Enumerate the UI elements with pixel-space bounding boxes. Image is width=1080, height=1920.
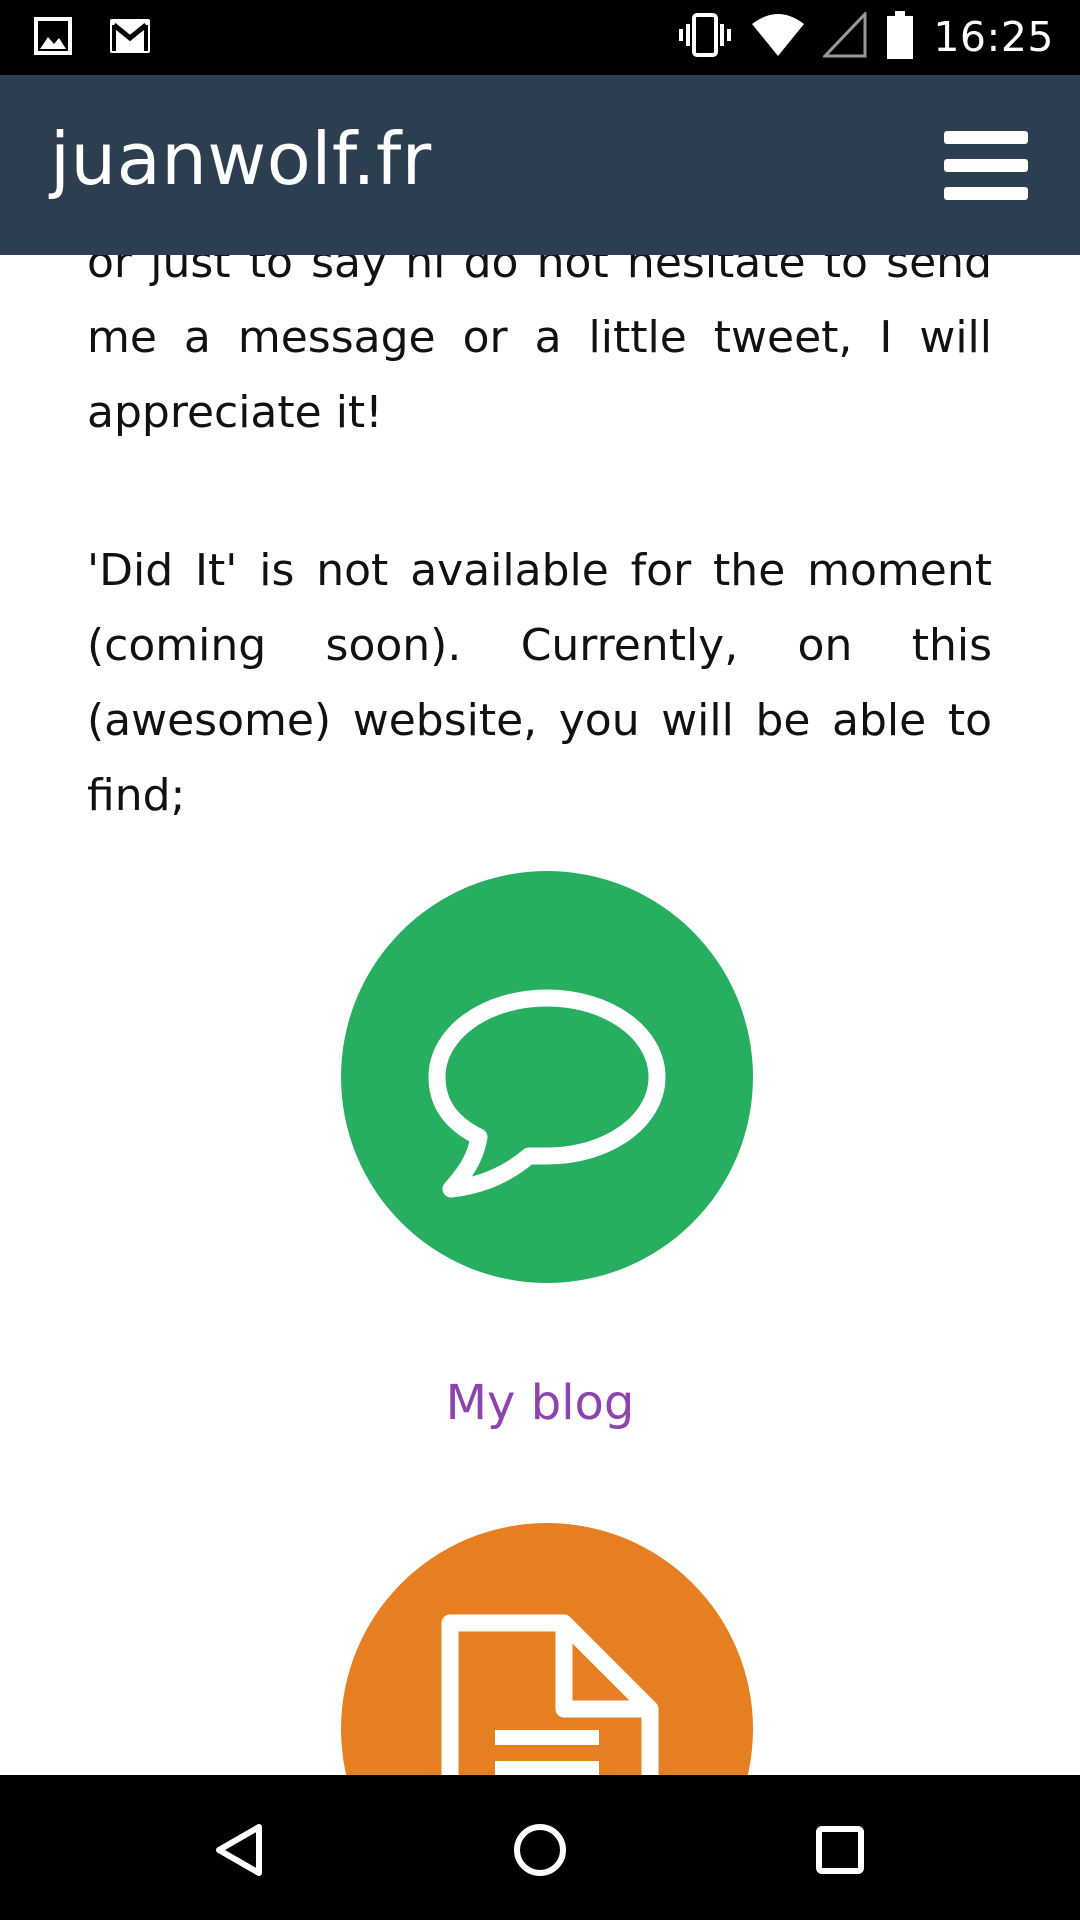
gmail-icon xyxy=(108,17,152,59)
blog-icon-link[interactable] xyxy=(341,871,753,1283)
availability-paragraph: 'Did It' is not available for the moment… xyxy=(87,545,992,821)
clock: 16:25 xyxy=(933,13,1054,61)
status-bar: 16:25 xyxy=(0,0,1080,75)
vibrate-icon xyxy=(677,12,733,62)
speech-bubble-icon xyxy=(341,989,753,1287)
recents-icon xyxy=(795,1826,885,1899)
wifi-icon xyxy=(751,12,805,62)
signal-icon xyxy=(821,10,867,62)
hamburger-menu-button[interactable] xyxy=(944,131,1028,203)
document-icon-link[interactable] xyxy=(341,1523,753,1775)
system-navigation-bar xyxy=(0,1775,1080,1920)
site-header: juanwolf.fr xyxy=(0,75,1080,255)
back-button[interactable] xyxy=(195,1805,285,1895)
recents-button[interactable] xyxy=(795,1805,885,1895)
home-icon xyxy=(495,1824,585,1899)
site-title[interactable]: juanwolf.fr xyxy=(50,117,432,201)
back-icon xyxy=(195,1824,285,1899)
my-blog-link[interactable]: My blog xyxy=(0,1375,1080,1431)
page-content: or just to say hi do not hesitate to sen… xyxy=(0,75,1080,1775)
intro-paragraph: or just to say hi do not hesitate to sen… xyxy=(87,237,992,438)
image-icon xyxy=(34,17,72,59)
battery-icon xyxy=(885,10,915,64)
home-button[interactable] xyxy=(495,1805,585,1895)
